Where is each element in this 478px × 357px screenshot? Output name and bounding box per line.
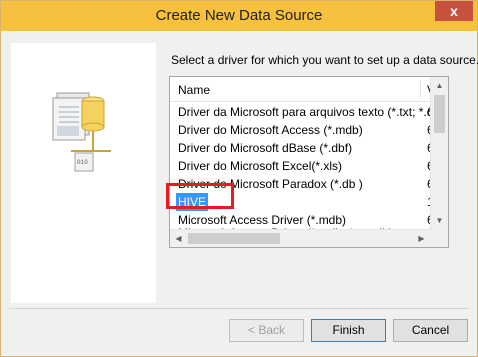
list-item[interactable]: Driver do Microsoft Excel(*.xls) 6 [170, 157, 434, 175]
title-bar[interactable]: Create New Data Source x [1, 1, 477, 31]
driver-name: Driver do Microsoft dBase (*.dbf) [178, 141, 353, 155]
finish-button[interactable]: Finish [311, 319, 386, 342]
dialog-body: 010 Select a driver for which you want t… [9, 31, 478, 350]
scroll-right-arrow-icon[interactable]: ▶ [413, 230, 430, 247]
column-separator[interactable] [420, 80, 421, 98]
annotation-highlight-box [166, 183, 234, 209]
list-item[interactable]: Driver da Microsoft para arquivos texto … [170, 103, 448, 121]
driver-list[interactable]: Name V Driver da Microsoft para arquivos… [169, 76, 449, 248]
scroll-up-arrow-icon[interactable]: ▲ [431, 77, 448, 94]
scroll-left-arrow-icon[interactable]: ◀ [170, 230, 187, 247]
list-item[interactable]: Driver do Microsoft Access (*.mdb) 6 [170, 121, 434, 139]
cancel-button[interactable]: Cancel [393, 319, 468, 342]
horizontal-scrollbar[interactable]: ◀ ▶ [170, 229, 430, 247]
list-header: Name V [170, 77, 435, 102]
close-button[interactable]: x [435, 1, 473, 21]
create-new-data-source-dialog: Create New Data Source x 010 Select a dr… [0, 0, 478, 357]
wizard-image-pane: 010 [11, 43, 156, 303]
scroll-down-arrow-icon[interactable]: ▼ [431, 212, 448, 229]
window-title: Create New Data Source [155, 7, 323, 24]
vertical-scrollbar[interactable]: ▲ ▼ [430, 77, 448, 229]
driver-name: Driver do Microsoft Access (*.mdb) [178, 123, 363, 137]
instruction-text: Select a driver for which you want to se… [171, 53, 478, 67]
svg-text:010: 010 [77, 159, 88, 166]
button-area-divider [9, 308, 469, 309]
driver-name: Driver do Microsoft Excel(*.xls) [178, 159, 343, 173]
vertical-scroll-thumb[interactable] [434, 95, 445, 133]
database-driver-icon: 010 [52, 92, 111, 172]
list-item[interactable]: Driver do Microsoft dBase (*.dbf) 6 [170, 139, 434, 157]
driver-name: Driver da Microsoft para arquivos texto … [178, 105, 449, 119]
horizontal-scroll-thumb[interactable] [188, 233, 280, 244]
back-button[interactable]: < Back [229, 319, 304, 342]
scrollbar-corner [430, 229, 448, 247]
column-header-name[interactable]: Name [178, 83, 210, 97]
